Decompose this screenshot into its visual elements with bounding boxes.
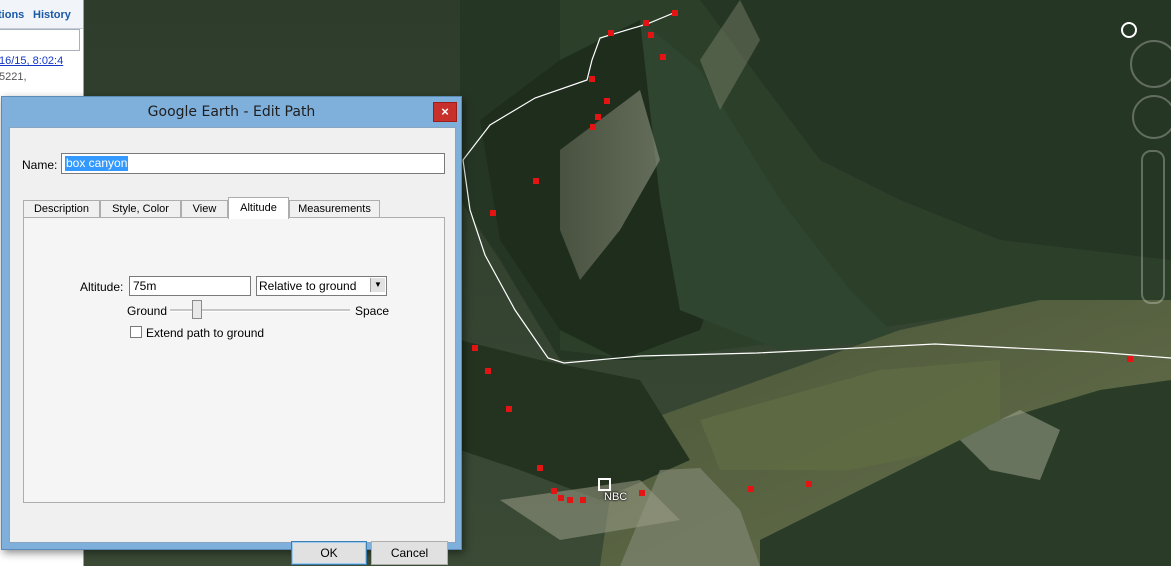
- path-vertex-marker[interactable]: [490, 210, 496, 216]
- altitude-tab-panel: [23, 217, 445, 503]
- dialog-title: Google Earth - Edit Path: [147, 104, 316, 120]
- slider-ground-label: Ground: [127, 304, 168, 318]
- path-vertex-marker[interactable]: [672, 10, 678, 16]
- altitude-mode-value: Relative to ground: [259, 279, 357, 293]
- altitude-input[interactable]: 75m: [129, 276, 251, 296]
- path-vertex-marker[interactable]: [639, 490, 645, 496]
- dialog-body: Name: box canyon Description Style, Colo…: [9, 127, 456, 565]
- path-vertex-marker[interactable]: [595, 114, 601, 120]
- slider-space-label: Space: [355, 304, 390, 318]
- chevron-down-icon[interactable]: ▼: [370, 278, 385, 292]
- close-button[interactable]: ×: [433, 102, 457, 122]
- path-vertex-marker[interactable]: [643, 20, 649, 26]
- path-vertex-marker[interactable]: [748, 486, 754, 492]
- sidebar-search-input[interactable]: [0, 29, 80, 51]
- history-result-text: 5221,: [0, 71, 27, 83]
- zoom-slider[interactable]: [1141, 150, 1165, 304]
- tab-measurements[interactable]: Measurements: [289, 200, 380, 218]
- path-vertex-marker[interactable]: [472, 345, 478, 351]
- tab-directions[interactable]: tions: [0, 9, 24, 21]
- look-joystick-icon[interactable]: [1130, 40, 1171, 88]
- path-vertex-marker[interactable]: [590, 124, 596, 130]
- tab-history[interactable]: History: [33, 9, 71, 21]
- dialog-titlebar[interactable]: Google Earth - Edit Path ×: [2, 97, 461, 127]
- placemark-icon[interactable]: [598, 478, 611, 491]
- altitude-slider-thumb[interactable]: [192, 300, 202, 319]
- name-label: Name:: [22, 158, 58, 172]
- altitude-mode-select[interactable]: Relative to ground ▼: [256, 276, 387, 296]
- path-vertex-marker[interactable]: [506, 406, 512, 412]
- sidebar-tabs: tions History: [0, 0, 83, 29]
- path-vertex-marker[interactable]: [485, 368, 491, 374]
- path-vertex-marker[interactable]: [580, 497, 586, 503]
- placemark-label[interactable]: NBC: [604, 491, 627, 503]
- path-vertex-marker[interactable]: [537, 465, 543, 471]
- path-vertex-marker[interactable]: [806, 481, 812, 487]
- tab-description[interactable]: Description: [23, 200, 100, 218]
- name-field[interactable]: box canyon: [61, 153, 445, 174]
- cancel-button[interactable]: Cancel: [371, 541, 448, 565]
- extend-path-label[interactable]: Extend path to ground: [146, 326, 264, 340]
- path-vertex-marker[interactable]: [533, 178, 539, 184]
- ok-button[interactable]: OK: [291, 541, 367, 565]
- extend-path-checkbox[interactable]: [130, 326, 142, 338]
- path-vertex-marker[interactable]: [648, 32, 654, 38]
- path-vertex-marker[interactable]: [551, 488, 557, 494]
- path-vertex-marker[interactable]: [1127, 356, 1133, 362]
- move-joystick-icon[interactable]: [1132, 95, 1171, 139]
- tab-altitude[interactable]: Altitude: [228, 197, 289, 219]
- edit-path-dialog: Google Earth - Edit Path × Name: box can…: [1, 96, 462, 565]
- name-field-value: box canyon: [65, 156, 129, 171]
- path-vertex-marker[interactable]: [608, 30, 614, 36]
- tab-view[interactable]: View: [181, 200, 228, 218]
- path-vertex-marker[interactable]: [567, 497, 573, 503]
- path-vertex-marker[interactable]: [589, 76, 595, 82]
- path-vertex-marker[interactable]: [604, 98, 610, 104]
- altitude-label: Altitude:: [80, 280, 124, 294]
- history-result-link[interactable]: 16/15, 8:02:4: [0, 55, 63, 67]
- path-vertex-marker[interactable]: [558, 495, 564, 501]
- tab-style-color[interactable]: Style, Color: [100, 200, 181, 218]
- path-vertex-marker[interactable]: [660, 54, 666, 60]
